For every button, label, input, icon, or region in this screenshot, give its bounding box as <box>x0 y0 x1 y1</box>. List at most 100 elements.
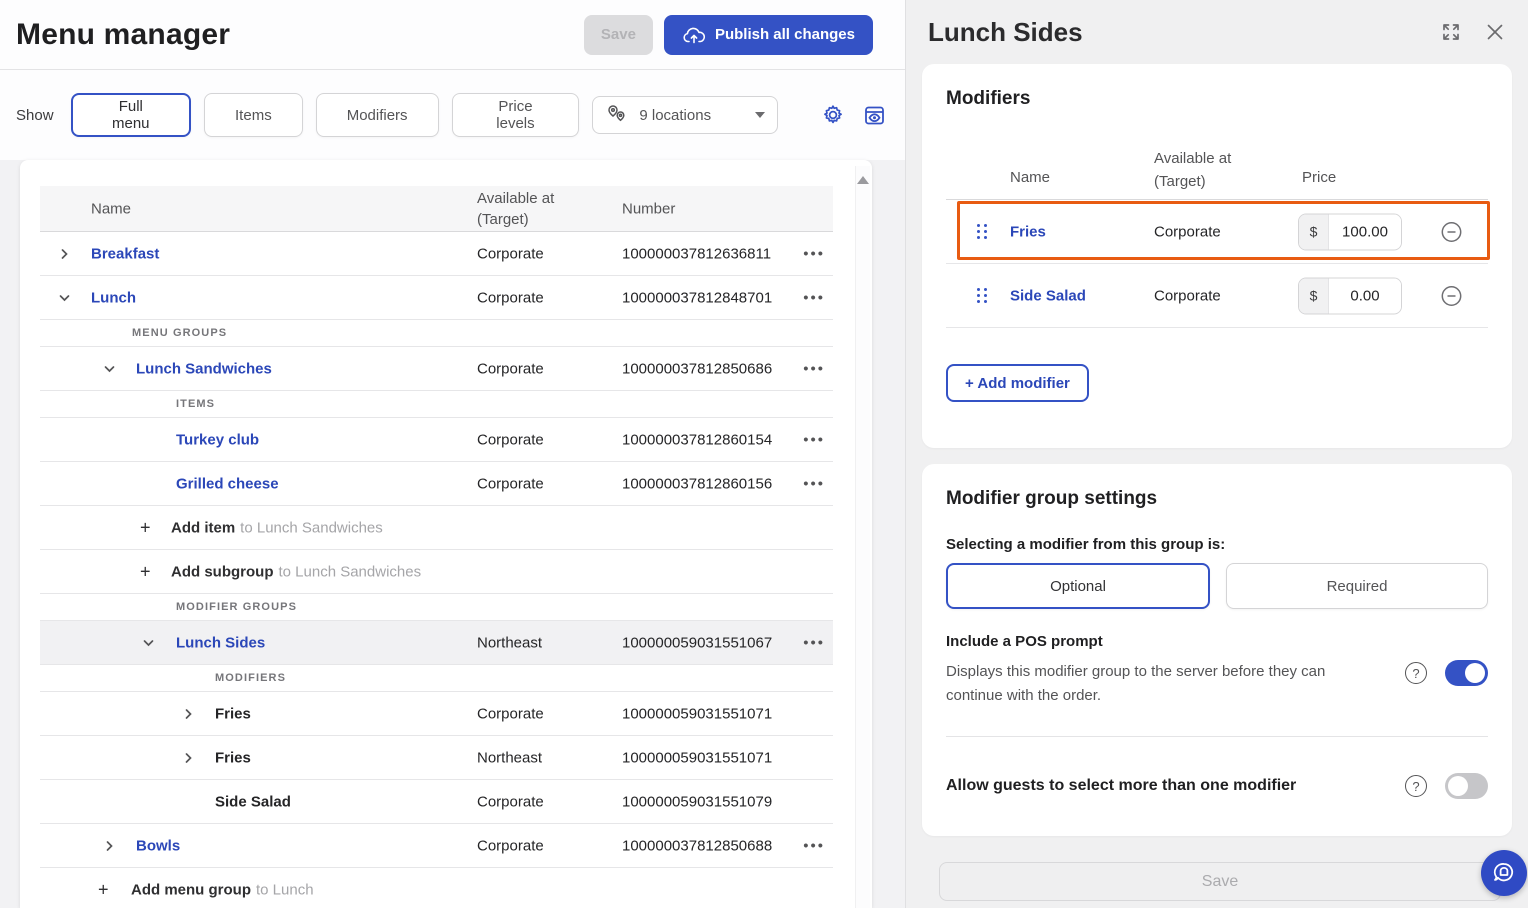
table-row[interactable]: FriesNortheast100000059031551071 <box>40 736 833 780</box>
chevron-down-icon[interactable] <box>103 362 116 375</box>
tab-price-levels[interactable]: Price levels <box>452 93 580 137</box>
modifier-name-link[interactable]: Side Salad <box>1010 287 1086 304</box>
chevron-down-icon[interactable] <box>142 636 155 649</box>
currency-prefix: $ <box>1299 278 1329 313</box>
modifier-group-settings-card: Modifier group settings Selecting a modi… <box>922 464 1512 836</box>
row-available: Corporate <box>477 475 544 492</box>
table-row[interactable]: BowlsCorporate100000037812850688••• <box>40 824 833 868</box>
tab-items[interactable]: Items <box>204 93 303 137</box>
column-header-available: Available at (Target) <box>477 188 554 230</box>
row-actions-menu-icon[interactable]: ••• <box>803 634 825 651</box>
add-row-text: Add menu groupto Lunch <box>131 881 314 898</box>
modifier-name-link[interactable]: Fries <box>1010 223 1046 240</box>
locations-dropdown[interactable]: 9 locations <box>592 96 778 134</box>
row-name-link[interactable]: Lunch Sandwiches <box>136 360 272 377</box>
tab-modifiers[interactable]: Modifiers <box>316 93 439 137</box>
remove-modifier-button[interactable] <box>1440 220 1463 243</box>
row-name-link[interactable]: Bowls <box>136 837 180 854</box>
table-row[interactable]: Lunch Sandwiches Corporate 100000037812850… <box>40 347 833 391</box>
row-name-link[interactable]: Turkey club <box>176 431 259 448</box>
remove-modifier-button[interactable] <box>1440 284 1463 307</box>
price-field: $ <box>1298 277 1402 314</box>
section-label: MODIFIER GROUPS <box>176 601 297 613</box>
drag-handle-icon[interactable] <box>977 224 988 240</box>
add-row-text: Add subgroupto Lunch Sandwiches <box>171 563 421 580</box>
help-icon[interactable]: ? <box>1405 775 1427 797</box>
row-available: Northeast <box>477 634 542 651</box>
panel-save-button[interactable]: Save <box>939 862 1501 901</box>
panel-header-icons <box>1438 19 1508 45</box>
price-input[interactable] <box>1329 214 1401 249</box>
row-actions-menu-icon[interactable]: ••• <box>803 837 825 854</box>
table-row[interactable]: Grilled cheeseCorporate10000003781286015… <box>40 462 833 506</box>
publish-all-changes-button[interactable]: Publish all changes <box>664 15 873 55</box>
row-actions-menu-icon[interactable]: ••• <box>803 431 825 448</box>
table-row[interactable]: Turkey clubCorporate100000037812860154••… <box>40 418 833 462</box>
chevron-right-icon[interactable] <box>103 839 116 852</box>
settings-divider <box>946 736 1488 737</box>
drag-handle-icon[interactable] <box>977 288 988 304</box>
close-panel-icon[interactable] <box>1482 19 1508 45</box>
save-button[interactable]: Save <box>584 15 653 55</box>
table-row[interactable]: Lunch SidesNortheast100000059031551067••… <box>40 621 833 665</box>
table-row[interactable]: BreakfastCorporate100000037812636811••• <box>40 232 833 276</box>
row-number: 100000059031551071 <box>622 705 772 722</box>
required-button[interactable]: Required <box>1226 563 1488 609</box>
menu-table-card: Name Available at (Target) Number Breakf… <box>20 160 872 908</box>
view-tabs: Full menu Items Modifiers Price levels <box>71 93 580 137</box>
settings-heading: Modifier group settings <box>946 488 1488 510</box>
chevron-right-icon[interactable] <box>58 247 71 260</box>
filter-toolbar: Show Full menuItemsModifiersPrice levels… <box>0 70 905 160</box>
row-actions-menu-icon[interactable]: ••• <box>803 360 825 377</box>
row-available: Northeast <box>477 749 542 766</box>
optional-button[interactable]: Optional <box>946 563 1210 609</box>
chat-widget-button[interactable] <box>1481 850 1527 896</box>
row-name-link[interactable]: Lunch Sides <box>176 634 265 651</box>
add-modifier-button[interactable]: + Add modifier <box>946 364 1089 402</box>
main-pane: Menu manager Save Publish all changes Sh… <box>0 0 905 908</box>
tab-full-menu[interactable]: Full menu <box>71 93 191 137</box>
multi-select-toggle[interactable] <box>1445 773 1488 799</box>
row-actions-menu-icon[interactable]: ••• <box>803 245 825 262</box>
table-row[interactable]: Side SaladCorporate100000059031551079 <box>40 780 833 824</box>
panel-title: Lunch Sides <box>928 17 1083 48</box>
table-row[interactable]: FriesCorporate100000059031551071 <box>40 692 833 736</box>
row-name-link[interactable]: Lunch <box>91 289 136 306</box>
row-name-link[interactable]: Breakfast <box>91 245 159 262</box>
price-input[interactable] <box>1329 278 1401 313</box>
add-row[interactable]: +Add itemto Lunch Sandwiches <box>40 506 833 550</box>
modifier-available: Corporate <box>1154 223 1221 240</box>
chevron-right-icon[interactable] <box>182 707 195 720</box>
scroll-up-arrow-icon[interactable] <box>857 176 869 184</box>
pos-prompt-label: Include a POS prompt <box>946 633 1488 650</box>
help-icon[interactable]: ? <box>1405 662 1427 684</box>
plus-icon: + <box>140 517 151 538</box>
pos-prompt-toggle[interactable] <box>1445 660 1488 686</box>
price-field: $ <box>1298 213 1402 250</box>
row-available: Corporate <box>477 793 544 810</box>
plus-icon: + <box>98 879 109 900</box>
section-label: MENU GROUPS <box>132 327 227 339</box>
vertical-scrollbar[interactable] <box>855 166 870 908</box>
chat-bubble-icon <box>1490 859 1518 887</box>
settings-gear-icon[interactable] <box>819 101 847 129</box>
section-label-row: ITEMS <box>40 391 833 418</box>
cloud-upload-icon <box>682 25 706 45</box>
row-name-link[interactable]: Grilled cheese <box>176 475 279 492</box>
table-row[interactable]: LunchCorporate100000037812848701••• <box>40 276 833 320</box>
chevron-down-icon[interactable] <box>58 291 71 304</box>
add-row[interactable]: + Add menu groupto Lunch <box>40 868 833 908</box>
row-available: Corporate <box>477 360 544 377</box>
add-row[interactable]: +Add subgroupto Lunch Sandwiches <box>40 550 833 594</box>
chevron-right-icon[interactable] <box>182 751 195 764</box>
modifier-row[interactable]: Side SaladCorporate$ <box>946 264 1488 328</box>
row-number: 100000037812850686 <box>622 360 772 377</box>
publish-button-label: Publish all changes <box>715 26 855 43</box>
modifier-row[interactable]: Fries Corporate $ <box>946 200 1488 264</box>
row-actions-menu-icon[interactable]: ••• <box>803 289 825 306</box>
row-actions-menu-icon[interactable]: ••• <box>803 475 825 492</box>
preview-eye-icon[interactable] <box>860 101 889 130</box>
row-available: Corporate <box>477 705 544 722</box>
expand-panel-icon[interactable] <box>1438 19 1464 45</box>
location-pins-icon <box>605 103 630 128</box>
